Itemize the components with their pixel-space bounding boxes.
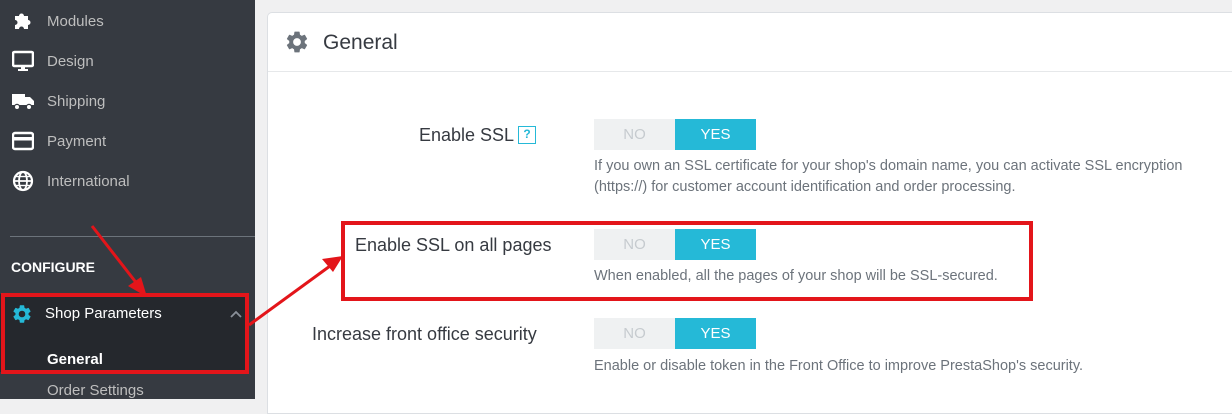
general-panel: General (267, 12, 1232, 414)
sidebar-item-label: Modules (47, 12, 104, 30)
sidebar-item-design[interactable]: Design (0, 41, 255, 81)
panel-title: General (323, 31, 398, 54)
enable-ssl-help: If you own an SSL certificate for your s… (594, 156, 1232, 198)
monitor-icon (12, 50, 34, 72)
sidebar-item-shipping[interactable]: Shipping (0, 81, 255, 121)
sidebar-subitem-general[interactable]: General (47, 351, 103, 368)
enable-ssl-all-pages-label: Enable SSL on all pages (355, 235, 552, 255)
sidebar: Modules Design Shipping Payment Internat… (0, 0, 255, 399)
switch-no-option[interactable]: NO (594, 229, 675, 260)
enable-ssl-switch[interactable]: NO YES (594, 119, 756, 150)
help-text-line: If you own an SSL certificate for your s… (594, 158, 1183, 174)
help-text-line: (https://) for customer account identifi… (594, 179, 1016, 195)
sidebar-item-international[interactable]: International (0, 161, 255, 201)
help-text-line: When enabled, all the pages of your shop… (594, 268, 998, 284)
front-office-security-label: Increase front office security (312, 324, 537, 344)
sidebar-item-modules[interactable]: Modules (0, 1, 255, 41)
front-office-security-switch[interactable]: NO YES (594, 318, 756, 349)
truck-icon (12, 90, 34, 112)
enable-ssl-all-pages-switch[interactable]: NO YES (594, 229, 756, 260)
enable-ssl-all-pages-help: When enabled, all the pages of your shop… (594, 266, 1232, 287)
credit-card-icon (12, 130, 34, 152)
sidebar-item-label: Design (47, 52, 94, 70)
switch-yes-option[interactable]: YES (675, 119, 756, 150)
sidebar-item-label: International (47, 172, 130, 190)
switch-yes-option[interactable]: YES (675, 229, 756, 260)
sidebar-item-label: Payment (47, 132, 107, 150)
sidebar-section-title: CONFIGURE (11, 259, 95, 275)
switch-no-option[interactable]: NO (594, 318, 675, 349)
sidebar-group-shop-parameters: Shop Parameters General (0, 294, 248, 372)
sidebar-item-label: Shop Parameters (45, 305, 162, 322)
enable-ssl-label: Enable SSL (419, 125, 515, 145)
sidebar-divider (10, 236, 255, 237)
help-icon[interactable]: ? (518, 126, 536, 144)
sidebar-item-shop-parameters[interactable]: Shop Parameters (0, 294, 248, 334)
gear-icon (11, 303, 33, 325)
switch-no-option[interactable]: NO (594, 119, 675, 150)
puzzle-icon (12, 10, 34, 32)
gear-icon (284, 29, 310, 55)
sidebar-subitem-order-settings[interactable]: Order Settings (47, 382, 144, 399)
front-office-security-help: Enable or disable token in the Front Off… (594, 356, 1232, 377)
sidebar-item-payment[interactable]: Payment (0, 121, 255, 161)
help-text-line: Enable or disable token in the Front Off… (594, 358, 1084, 374)
switch-yes-option[interactable]: YES (675, 318, 756, 349)
chevron-up-icon[interactable] (228, 306, 244, 322)
panel-header: General (268, 13, 1232, 72)
sidebar-item-label: Shipping (47, 92, 106, 110)
globe-icon (12, 170, 34, 192)
